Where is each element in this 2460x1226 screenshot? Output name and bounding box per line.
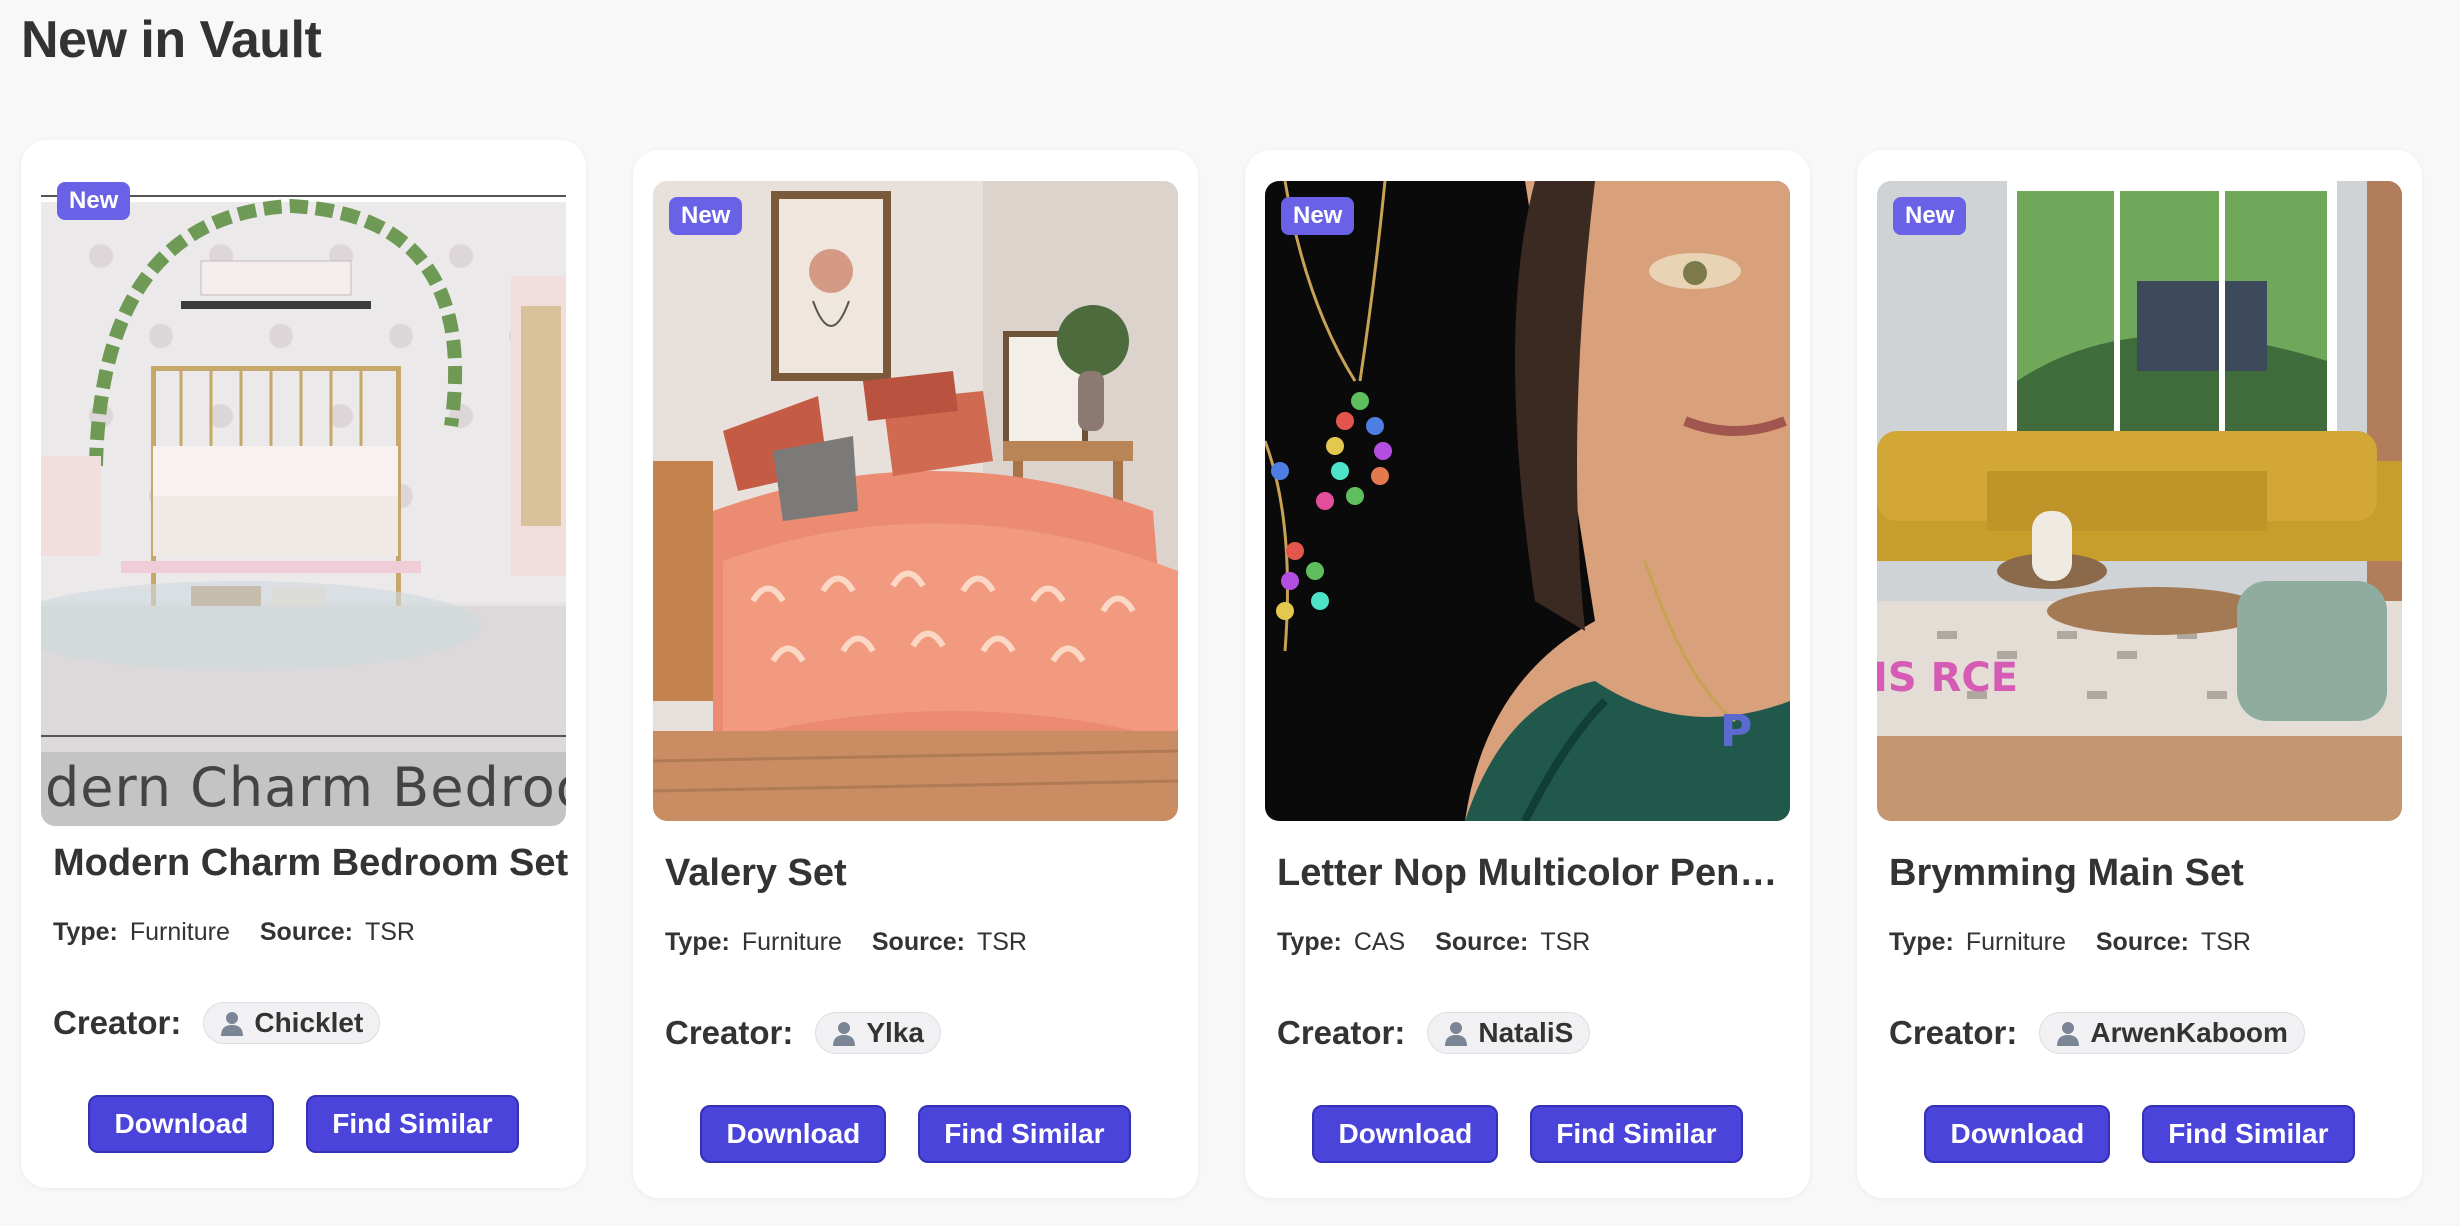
creator-row: Creator: ArwenKaboom [1889, 1012, 2305, 1054]
item-card: New IS RCE Brymming Main Set Type: Furni… [1857, 150, 2422, 1198]
creator-row: Creator: Ylka [665, 1012, 941, 1054]
creator-row: Creator: NataliS [1277, 1012, 1591, 1054]
creator-name: NataliS [1478, 1017, 1574, 1048]
card-actions: Download Find Similar [1857, 1105, 2422, 1163]
card-actions: Download Find Similar [21, 1095, 586, 1153]
person-icon [1445, 1022, 1468, 1046]
find-similar-button[interactable]: Find Similar [918, 1105, 1131, 1163]
item-card: New [633, 150, 1198, 1198]
download-button[interactable]: Download [700, 1105, 887, 1163]
item-thumbnail[interactable]: New IS RCE [1877, 181, 2402, 821]
item-meta: Type: Furniture Source: TSR [665, 928, 1027, 957]
source-label: Source: [1435, 928, 1529, 956]
creator-chip[interactable]: Chicklet [203, 1002, 381, 1044]
source-value: TSR [2200, 928, 2251, 956]
item-meta: Type: CAS Source: TSR [1277, 928, 1590, 957]
type-value: Furniture [741, 928, 842, 956]
new-badge: New [57, 182, 131, 220]
item-title[interactable]: Brymming Main Set [1889, 852, 2409, 895]
page-title: New in Vault [21, 11, 322, 69]
card-actions: Download Find Similar [1245, 1105, 1810, 1163]
item-title[interactable]: Letter Nop Multicolor Pendant [1277, 852, 1797, 895]
source-label: Source: [871, 928, 965, 956]
creator-name: Chicklet [254, 1007, 364, 1038]
pendant-image: P [1265, 181, 1790, 821]
creator-name: Ylka [866, 1017, 924, 1048]
item-meta: Type: Furniture Source: TSR [53, 918, 415, 947]
item-card: New P Letter Nop Multicolor Pendant Type… [1245, 150, 1810, 1198]
source-label: Source: [259, 918, 353, 946]
new-badge: New [1281, 197, 1355, 235]
person-icon [833, 1022, 856, 1046]
creator-label: Creator: [53, 1004, 182, 1041]
creator-chip[interactable]: Ylka [815, 1012, 941, 1054]
find-similar-button[interactable]: Find Similar [1530, 1105, 1743, 1163]
download-button[interactable]: Download [1312, 1105, 1499, 1163]
source-value: TSR [976, 928, 1027, 956]
type-label: Type: [665, 928, 730, 956]
svg-text:P: P [1720, 706, 1752, 757]
item-title[interactable]: Valery Set [665, 852, 1185, 895]
new-badge: New [1893, 197, 1967, 235]
source-label: Source: [2095, 928, 2189, 956]
living-room-image: IS RCE [1877, 181, 2402, 821]
thumbnail-watermark: IS RCE [1877, 655, 2018, 701]
source-value: TSR [364, 918, 415, 946]
find-similar-button[interactable]: Find Similar [306, 1095, 519, 1153]
creator-chip[interactable]: NataliS [1427, 1012, 1591, 1054]
creator-label: Creator: [1277, 1014, 1406, 1051]
find-similar-button[interactable]: Find Similar [2142, 1105, 2355, 1163]
type-value: CAS [1353, 928, 1406, 956]
bedroom-image [653, 181, 1178, 821]
type-label: Type: [1277, 928, 1342, 956]
creator-label: Creator: [1889, 1014, 2018, 1051]
person-icon [221, 1012, 244, 1036]
card-actions: Download Find Similar [633, 1105, 1198, 1163]
type-label: Type: [53, 918, 118, 946]
thumbnail-caption: dern Charm Bedroo [45, 756, 566, 819]
creator-label: Creator: [665, 1014, 794, 1051]
person-icon [2057, 1022, 2080, 1046]
item-thumbnail[interactable]: New P [1265, 181, 1790, 821]
item-thumbnail[interactable]: New [653, 181, 1178, 821]
download-button[interactable]: Download [88, 1095, 275, 1153]
download-button[interactable]: Download [1924, 1105, 2111, 1163]
creator-row: Creator: Chicklet [53, 1002, 381, 1044]
creator-chip[interactable]: ArwenKaboom [2039, 1012, 2305, 1054]
source-value: TSR [1540, 928, 1591, 956]
bedroom-image: dern Charm Bedroo [41, 166, 566, 826]
creator-name: ArwenKaboom [2090, 1017, 2288, 1048]
type-label: Type: [1889, 928, 1954, 956]
new-badge: New [669, 197, 743, 235]
item-title[interactable]: Modern Charm Bedroom Set [53, 842, 573, 885]
item-card: New [21, 140, 586, 1188]
item-thumbnail[interactable]: New [41, 166, 566, 826]
type-value: Furniture [129, 918, 230, 946]
type-value: Furniture [1965, 928, 2066, 956]
item-meta: Type: Furniture Source: TSR [1889, 928, 2251, 957]
